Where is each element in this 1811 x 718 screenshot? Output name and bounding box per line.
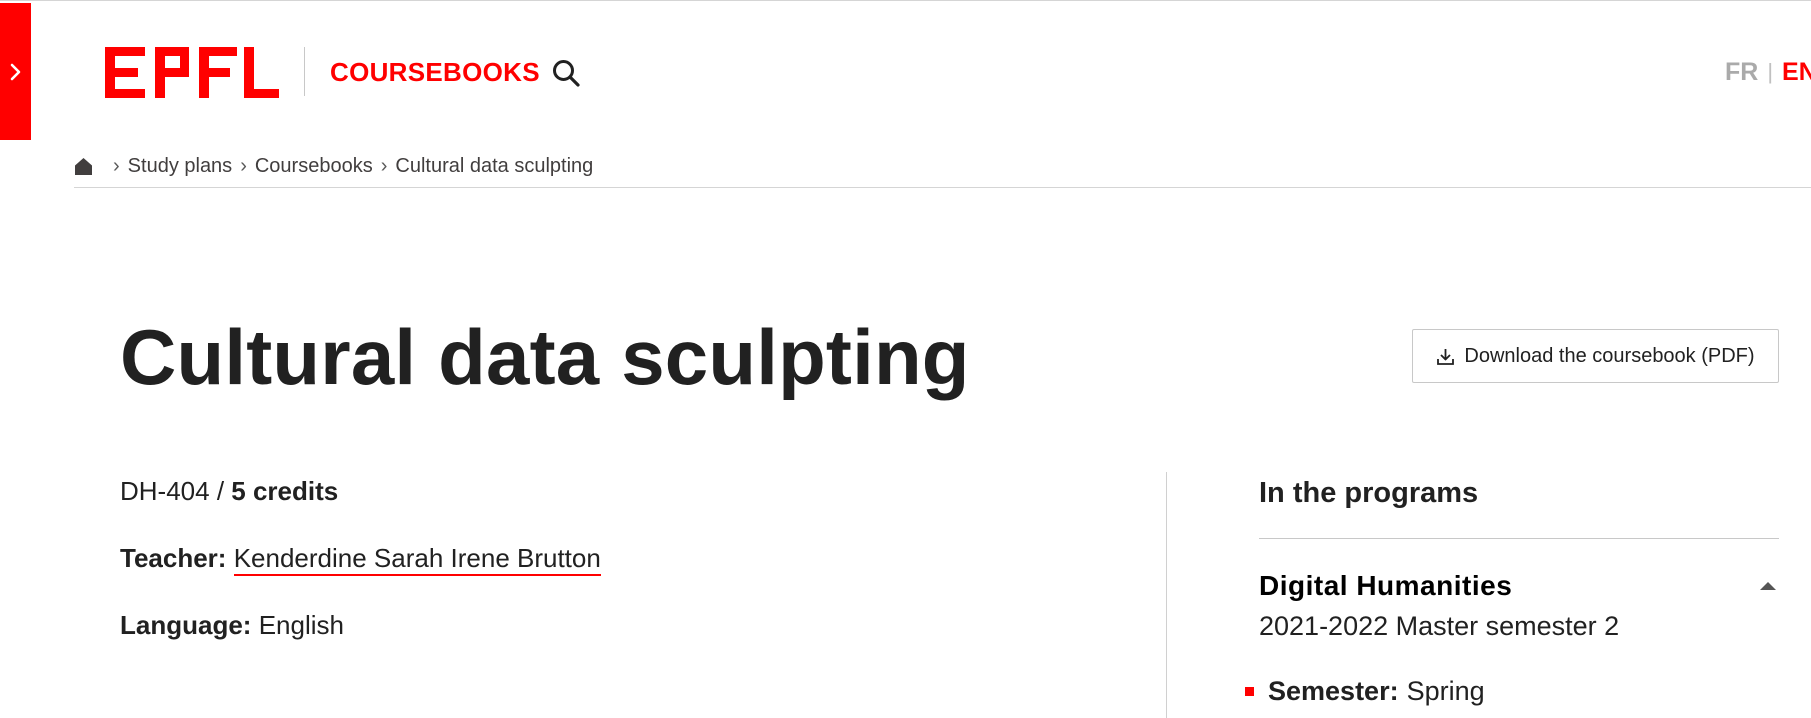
epfl-logo[interactable] [105,47,279,98]
programs-heading: In the programs [1259,477,1479,509]
program-subtitle: 2021-2022 Master semester 2 [1259,611,1620,641]
course-code-credits: DH-404 / 5 credits [120,474,338,508]
logo-divider [304,47,305,96]
chevron-right-icon [10,63,22,81]
semester-label: Semester: [1268,676,1399,706]
download-label: Download the coursebook (PDF) [1464,344,1755,367]
search-icon [551,58,581,88]
program-semester: Semester: Spring [1245,674,1485,708]
column-divider [1166,472,1167,718]
teacher-label: Teacher: [120,543,227,573]
language-switcher: FR | EN [1725,57,1811,87]
breadcrumb-coursebooks[interactable]: Coursebooks [255,155,373,178]
programs-divider [1259,538,1779,539]
search-button[interactable] [551,58,581,88]
semester-value: Spring [1406,676,1485,706]
language-value: English [258,610,344,640]
lang-en-link[interactable]: EN [1782,58,1811,86]
code-separator: / [209,476,232,506]
teacher-line: Teacher: Kenderdine Sarah Irene Brutton [120,541,601,576]
breadcrumb-divider [74,187,1811,188]
breadcrumb-separator: › [240,154,247,177]
breadcrumb-current: Cultural data sculpting [395,154,594,177]
course-code: DH-404 [120,476,210,506]
drawer-toggle-button[interactable] [0,3,31,140]
site-title-link[interactable]: COURSEBOOKS [330,58,540,86]
teacher-link[interactable]: Kenderdine Sarah Irene Brutton [233,543,601,576]
breadcrumb-separator: › [113,154,120,177]
language-label: Language: [120,610,252,640]
download-coursebook-button[interactable]: Download the coursebook (PDF) [1412,329,1779,383]
breadcrumb-study-plans[interactable]: Study plans [128,155,233,178]
course-credits: 5 credits [231,476,339,506]
home-icon[interactable] [74,157,93,176]
bullet-marker [1245,686,1254,696]
program-name[interactable]: Digital Humanities [1259,569,1512,603]
page-title: Cultural data sculpting [120,313,970,401]
language-line: Language: English [120,608,344,642]
breadcrumb: › Study plans › Coursebooks › Cultural d… [74,152,593,180]
download-icon [1436,347,1464,366]
caret-up-icon[interactable] [1757,579,1779,593]
top-border [0,0,1811,3]
breadcrumb-separator: › [380,154,388,177]
lang-separator: | [1767,59,1774,84]
lang-fr-link[interactable]: FR [1725,58,1758,86]
